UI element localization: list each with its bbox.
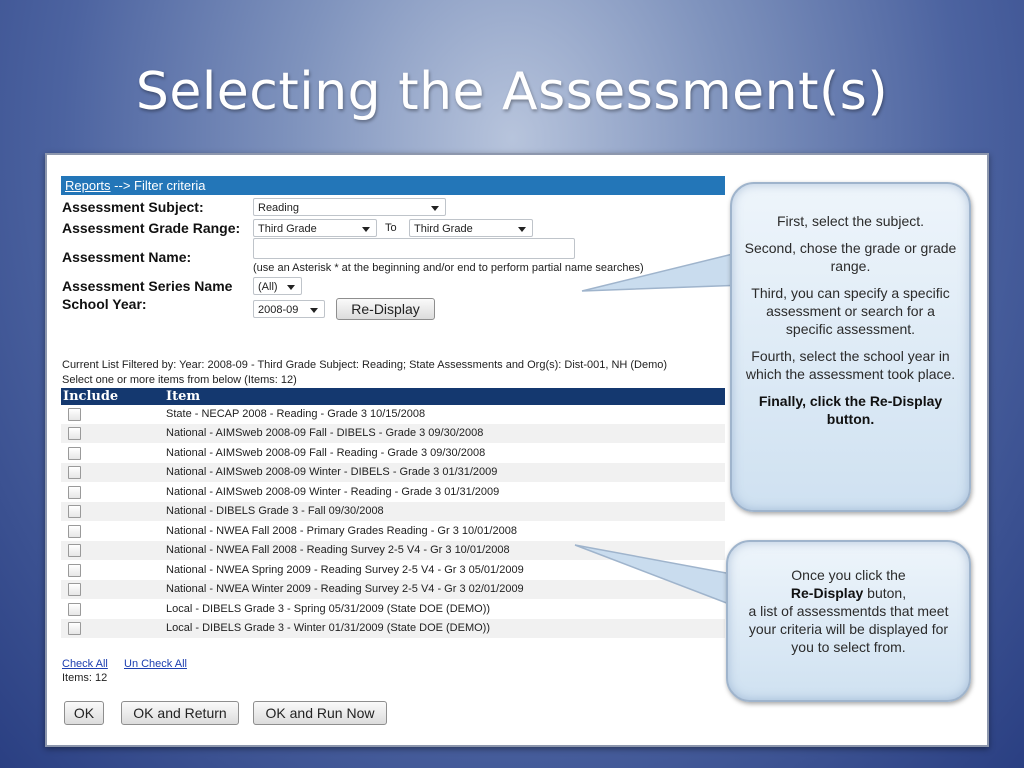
result-line-2: Re-Display buton, bbox=[740, 584, 957, 602]
result-line-3: a list of assessmentds that meet your cr… bbox=[748, 603, 949, 655]
result-line-2-rest: buton, bbox=[863, 585, 907, 601]
result-callout: Once you click the Re-Display buton, a l… bbox=[726, 540, 971, 702]
result-line-1: Once you click the bbox=[791, 567, 906, 583]
step-5-text: Finally, click the Re-Display button. bbox=[758, 393, 943, 427]
instructions-callout: First, select the subject. Second, chose… bbox=[730, 182, 971, 512]
screenshot-panel: Reports --> Filter criteria Assessment S… bbox=[45, 153, 989, 747]
step-3-text: Third, you can specify a specific assess… bbox=[751, 285, 950, 337]
redisplay-emphasis: Re-Display bbox=[790, 585, 864, 601]
step-2-text: Second, chose the grade or grade range. bbox=[744, 240, 957, 274]
slide-title: Selecting the Assessment(s) bbox=[135, 62, 889, 122]
step-4-text: Fourth, select the school year in which … bbox=[745, 348, 956, 382]
step-1-text: First, select the subject. bbox=[776, 213, 925, 229]
